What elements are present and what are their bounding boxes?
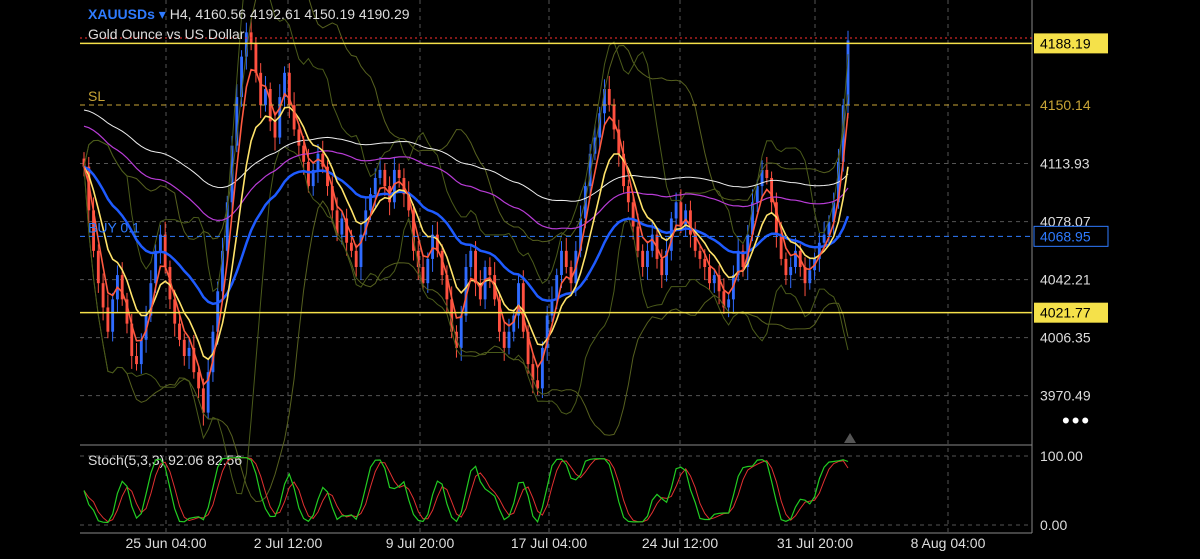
y-tick-label: 4113.93 [1040,156,1090,172]
candle-body [340,218,344,235]
candle-body [201,388,205,413]
y-tick-label: 3970.49 [1040,388,1091,404]
candle-body [397,169,401,178]
candle-body [273,121,277,138]
candle-body [636,226,640,251]
candle-body [306,161,310,187]
candle-body [349,242,353,251]
x-tick-label: 24 Jul 12:00 [642,535,718,551]
candle-body [712,275,716,284]
price-tag: 4068.95 [1040,228,1091,244]
close-value: 4190.29 [358,6,410,22]
candle-body [383,169,387,187]
candle-body [474,250,477,284]
y-tick-label: 4006.35 [1040,330,1091,346]
high-value: 4192.61 [249,6,301,22]
candle-body [789,267,793,276]
chart-area[interactable]: 25 Jun 04:00 2 Jul 12:00 9 Jul 20:00 17 Jul… [0,0,1200,554]
candle-body [135,356,138,365]
candle-body [507,331,511,348]
candle-body [784,258,788,276]
candle-body [197,372,201,389]
candle-body [158,234,162,251]
candle-body [182,339,186,356]
candle-body [521,283,525,332]
candle-body [626,186,630,203]
candle-body [698,250,702,259]
x-tick-label: 9 Jul 20:00 [386,535,455,551]
candle-body [187,347,191,356]
candle-body [708,267,711,284]
price-tag: 4021.77 [1040,305,1091,321]
x-tick-label: 2 Jul 12:00 [254,535,323,551]
candle-body [163,234,167,267]
stoch-tick-label: 100.00 [1040,448,1083,464]
candle-body [560,250,563,276]
y-tick-label: 4078.07 [1040,214,1091,230]
price-line-label: SL [88,88,105,104]
candle-body [431,234,435,259]
candle-body [555,275,559,300]
candle-body [106,307,110,332]
timeframe-label: H4 [169,6,188,22]
price-line-label: BUY 0.1 [88,219,140,235]
candle-body [354,250,358,267]
symbol-dropdown-icon[interactable]: ▾ [159,6,166,22]
candle-body [488,267,492,276]
candle-body [650,234,654,251]
chart-header: XAUUSDs ▾ H4, 4160.56 4192.61 4150.19 41… [88,6,410,22]
candle-body [459,315,463,348]
candle-body [139,339,143,365]
candle-body [469,250,473,267]
x-tick-label: 25 Jun 04:00 [126,535,207,551]
candle-body [765,169,769,178]
candle-body [631,202,635,227]
low-value: 4150.19 [304,6,356,22]
candle-body [679,202,683,227]
candle-body [96,250,100,284]
candle-body [483,267,487,300]
symbol-description: Gold Ounce vs US Dollar [88,26,245,42]
candle-body [426,258,430,284]
symbol-name[interactable]: XAUUSDs [88,6,155,22]
x-tick-label: 8 Aug 04:00 [911,535,986,551]
candle-body [703,258,707,267]
price-tag: 4150.14 [1040,97,1091,113]
candle-body [607,89,611,106]
candle-body [502,331,506,348]
white-moving-average [83,109,849,202]
candle-body [822,234,826,243]
candle-body [254,43,258,73]
candle-body [316,153,320,170]
candle-body [101,283,105,308]
candle-body [536,380,540,389]
candle-body [259,72,263,106]
candle-body [564,250,568,267]
chart-svg[interactable]: 25 Jun 04:00 2 Jul 12:00 9 Jul 20:00 17 Jul… [0,0,1200,554]
x-tick-label: 17 Jul 04:00 [511,535,587,551]
candle-body [297,129,301,146]
y-tick-label: 4042.21 [1040,272,1091,288]
candle-body [421,267,425,284]
arrow-up-icon [844,433,856,443]
x-tick-label: 31 Jul 20:00 [777,535,853,551]
purple-moving-average [83,125,849,230]
stoch-tick-label: 0.00 [1040,517,1067,533]
candle-body [779,234,783,259]
candle-body [111,299,115,332]
candle-body [378,169,382,178]
more-icon[interactable]: ••• [1062,408,1091,434]
candle-body [154,250,158,284]
candle-body [641,250,645,267]
candle-body [727,299,731,308]
candle-body [808,270,812,284]
candle-body [660,258,664,276]
candle-body [674,202,678,219]
candle-body [688,210,692,235]
open-value: 4160.56 [195,6,247,22]
candle-body [178,323,181,340]
candle-body [646,250,649,267]
candle-body [373,178,377,195]
price-tag: 4188.19 [1040,35,1091,51]
